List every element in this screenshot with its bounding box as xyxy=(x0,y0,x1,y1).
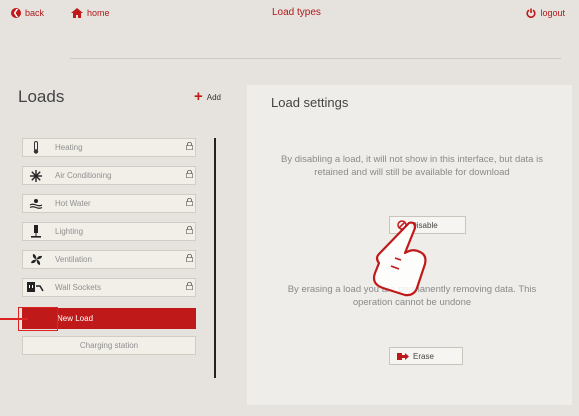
erase-message: By erasing a load you are permanently re… xyxy=(287,284,537,308)
erase-button[interactable]: Erase xyxy=(389,347,463,365)
disable-label: Disable xyxy=(411,220,438,230)
back-arrow-icon: ❮ xyxy=(11,8,21,18)
power-icon xyxy=(526,8,537,18)
load-item-wall-sockets[interactable]: Wall Sockets xyxy=(22,278,196,297)
lock-icon[interactable] xyxy=(186,170,193,178)
fan-icon xyxy=(23,253,49,266)
settings-heading: Load settings xyxy=(271,95,349,110)
load-item-heating[interactable]: Heating xyxy=(22,138,196,157)
load-item-label: Air Conditioning xyxy=(55,171,112,180)
page-title: Load types xyxy=(272,7,321,18)
header-divider xyxy=(70,58,561,59)
disable-button[interactable]: Disable xyxy=(389,216,466,234)
back-label: back xyxy=(25,8,45,18)
loads-panel: Loads + Add Heating Air Conditioning Hot… xyxy=(8,85,242,415)
load-item-charging-station[interactable]: Charging station xyxy=(22,336,196,355)
home-button[interactable]: home xyxy=(71,8,110,18)
load-item-label: Charging station xyxy=(79,341,139,350)
lock-icon[interactable] xyxy=(186,226,193,234)
snowflake-icon xyxy=(23,169,49,182)
load-item-lighting[interactable]: Lighting xyxy=(22,222,196,241)
logout-button[interactable]: logout xyxy=(526,8,565,18)
home-icon xyxy=(71,8,83,18)
load-item-label: Ventilation xyxy=(55,255,92,264)
lock-icon[interactable] xyxy=(186,282,193,290)
load-item-label: New Load xyxy=(57,314,94,323)
load-item-ventilation[interactable]: Ventilation xyxy=(22,250,196,269)
highlight-box xyxy=(18,307,58,331)
lock-icon[interactable] xyxy=(186,198,193,206)
disable-message: By disabling a load, it will not show in… xyxy=(281,154,543,178)
top-bar: ❮ back home Load types logout xyxy=(0,0,579,59)
home-label: home xyxy=(87,8,110,18)
thermometer-icon xyxy=(23,141,49,154)
hot-water-icon xyxy=(23,198,49,209)
lock-icon[interactable] xyxy=(186,142,193,150)
list-divider xyxy=(214,138,216,378)
load-item-label: Lighting xyxy=(55,227,84,236)
load-item-air-conditioning[interactable]: Air Conditioning xyxy=(22,166,196,185)
erase-label: Erase xyxy=(413,351,434,361)
socket-plug-icon xyxy=(23,282,49,293)
plus-icon: + xyxy=(194,88,203,105)
add-label: Add xyxy=(206,92,221,102)
lamp-icon xyxy=(23,225,49,238)
load-item-label: Heating xyxy=(55,143,83,152)
load-item-hot-water[interactable]: Hot Water xyxy=(22,194,196,213)
logout-label: logout xyxy=(540,8,565,18)
lock-icon[interactable] xyxy=(186,254,193,262)
load-item-label: Hot Water xyxy=(55,199,91,208)
settings-panel: Load settings By disabling a load, it wi… xyxy=(247,85,572,405)
add-load-button[interactable]: + Add xyxy=(194,88,221,105)
erase-arrow-icon xyxy=(397,352,409,361)
back-button[interactable]: ❮ back xyxy=(11,8,44,18)
loads-heading: Loads xyxy=(18,87,65,106)
prohibit-icon xyxy=(397,220,407,230)
load-item-label: Wall Sockets xyxy=(55,283,101,292)
